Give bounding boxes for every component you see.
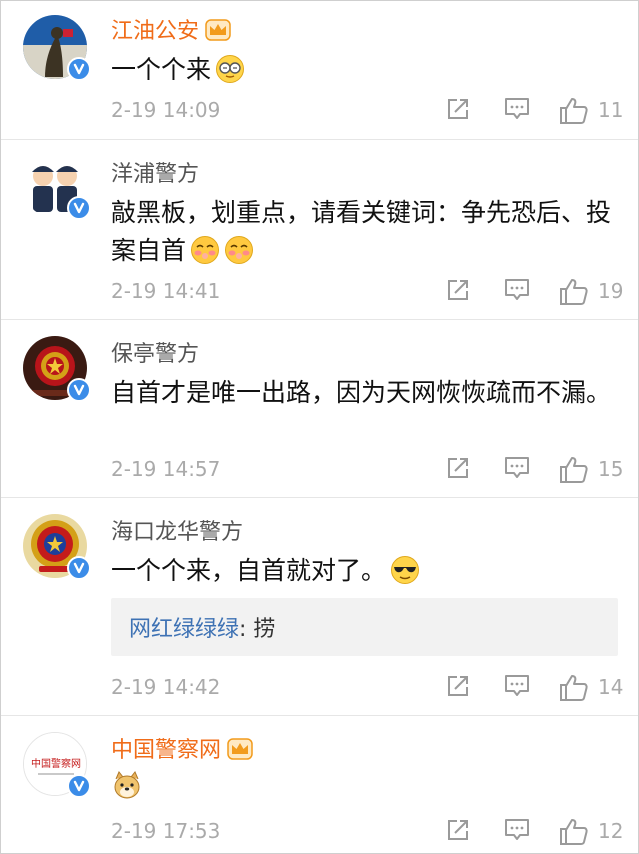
share-icon[interactable] [446,278,470,306]
like-count: 14 [598,675,624,699]
comment-icon[interactable] [504,97,530,125]
comment-text: 自首才是唯一出路，因为天网恢恢疏而不漏。 [111,378,612,407]
crown-icon [227,738,253,766]
verified-badge-icon [67,57,91,81]
comment-time: 2-19 14:09 [111,98,221,122]
verified-badge-icon [67,556,91,580]
doge-emoji-icon [111,769,143,812]
comment-meta: 2-19 17:53 12 [111,816,638,846]
share-icon[interactable] [446,456,470,484]
comment-icon[interactable] [504,456,530,484]
comment-author[interactable]: 江油公安 [111,13,231,47]
like-icon[interactable] [559,456,589,488]
comment-icon[interactable] [504,674,530,702]
like-count: 19 [598,279,624,303]
svg-text:中国警察网: 中国警察网 [31,757,81,770]
nested-reply[interactable]: 网红绿绿绿: 捞 [111,598,618,656]
comment-item: 洋浦警方 敲黑板，划重点，请看关键词：争先恐后、投案自首 2-19 14:41 … [1,139,638,319]
like-count: 12 [598,819,624,843]
comment-time: 2-19 14:57 [111,457,221,481]
comment-meta: 2-19 14:41 19 [111,276,638,306]
comment-meta: 2-19 14:57 15 [111,454,638,484]
comment-text [111,768,618,812]
comment-icon[interactable] [504,278,530,306]
like-count: 15 [598,457,624,481]
comment-text: 一个个来 [111,51,618,95]
reply-text: : 捞 [239,617,276,642]
comment-author[interactable]: 洋浦警方 [111,156,199,188]
verified-badge-icon [67,378,91,402]
like-icon[interactable] [559,97,589,129]
verified-badge-icon [67,774,91,798]
comment-author[interactable]: 中国警察网 [111,732,253,766]
like-icon[interactable] [559,818,589,850]
comment-item: 江油公安 一个个来 2-19 14:09 11 [1,1,638,139]
like-count: 11 [598,98,624,122]
share-icon[interactable] [446,674,470,702]
like-icon[interactable] [559,674,589,706]
share-icon[interactable] [446,818,470,846]
sleepy-glasses-emoji-icon [215,54,245,95]
verified-badge-icon [67,196,91,220]
comment-time: 2-19 14:42 [111,675,221,699]
sunglasses-emoji-icon [390,555,420,596]
comment-item: 保亭警方 自首才是唯一出路，因为天网恢恢疏而不漏。 2-19 14:57 15 [1,319,638,497]
comment-time: 2-19 14:41 [111,279,221,303]
comment-meta: 2-19 14:42 14 [111,672,638,702]
reply-author-link[interactable]: 网红绿绿绿 [129,617,239,642]
like-icon[interactable] [559,278,589,310]
comment-author[interactable]: 海口龙华警方 [111,514,243,546]
comment-time: 2-19 17:53 [111,819,221,843]
comment-feed: 江油公安 一个个来 2-19 14:09 11 洋浦警方 敲黑板，划重点，请看关… [0,0,639,854]
comment-icon[interactable] [504,818,530,846]
comment-text: 敲黑板，划重点，请看关键词：争先恐后、投案自首 [111,194,618,276]
blush-emoji-icon [224,235,254,276]
comment-meta: 2-19 14:09 11 [111,95,638,125]
share-icon[interactable] [446,97,470,125]
comment-item: 海口龙华警方 一个个来，自首就对了。 网红绿绿绿: 捞 2-19 14:42 1… [1,497,638,715]
blush-emoji-icon [190,235,220,276]
comment-author[interactable]: 保亭警方 [111,336,199,368]
comment-text: 一个个来，自首就对了。 [111,552,618,596]
comment-item: 中国警察网 中国警察网 2-19 17:53 12 [1,715,638,853]
crown-icon [205,19,231,47]
